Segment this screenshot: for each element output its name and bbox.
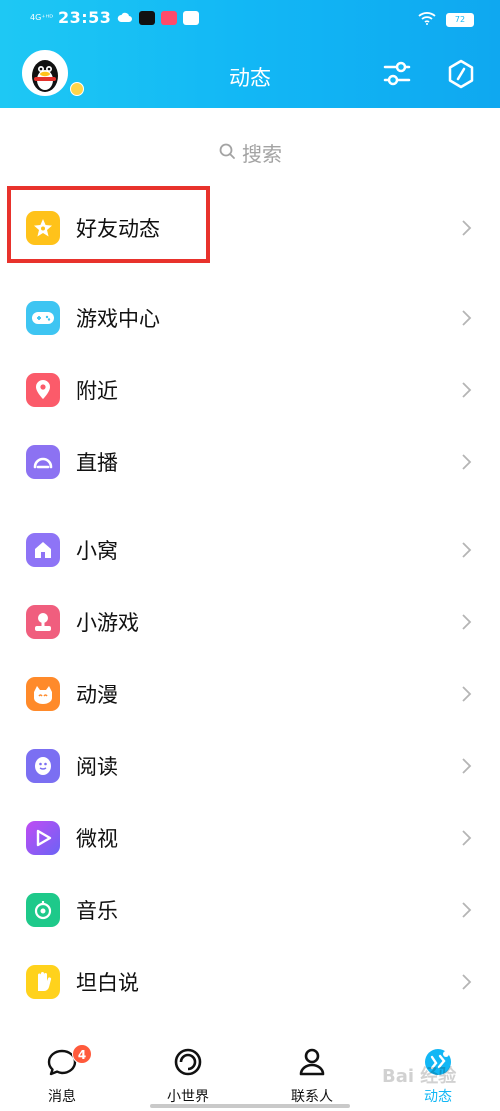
chevron-right-icon — [462, 758, 472, 774]
menu-item-game-center[interactable]: 游戏中心 — [0, 282, 500, 354]
tiktok-icon — [139, 10, 156, 25]
menu-item-confession[interactable]: 坦白说 — [0, 946, 500, 1018]
settings-button[interactable] — [446, 58, 476, 90]
status-bar: 4G⁺ᴴᴰ 23:53 72 — [0, 0, 500, 38]
menu-item-small-nest[interactable]: 小窝 — [0, 514, 500, 586]
menu-item-music[interactable]: 音乐 — [0, 874, 500, 946]
tab-label: 联系人 — [291, 1089, 333, 1105]
unread-badge: 4 — [72, 1044, 92, 1064]
chevron-right-icon — [462, 830, 472, 846]
chevron-right-icon — [462, 310, 472, 326]
app-notification-icon — [161, 10, 178, 25]
tab-label: 消息 — [48, 1089, 76, 1105]
location-pin-icon — [26, 373, 60, 407]
status-time: 23:53 — [58, 8, 112, 27]
menu-item-weishi[interactable]: 微视 — [0, 802, 500, 874]
page-title: 动态 — [229, 66, 271, 90]
reading-penguin-icon — [26, 749, 60, 783]
battery-indicator: 72 — [446, 12, 474, 27]
gamepad-icon — [26, 301, 60, 335]
tab-label: 动态 — [424, 1089, 452, 1105]
chevron-right-icon — [462, 382, 472, 398]
music-icon — [26, 893, 60, 927]
menu-item-label: 小窝 — [76, 539, 118, 563]
menu-item-label: 游戏中心 — [76, 307, 160, 331]
chevron-right-icon — [462, 902, 472, 918]
network-indicator: 4G⁺ᴴᴰ — [30, 12, 54, 22]
home-indicator[interactable] — [150, 1104, 350, 1108]
chevron-right-icon — [462, 614, 472, 630]
menu-item-mini-games[interactable]: 小游戏 — [0, 586, 500, 658]
menu-item-label: 坦白说 — [76, 971, 139, 995]
small-world-icon — [174, 1048, 202, 1076]
contacts-icon — [299, 1048, 325, 1076]
home-icon — [26, 533, 60, 567]
chevron-right-icon — [462, 454, 472, 470]
cloud-icon — [117, 8, 133, 27]
chevron-right-icon — [462, 686, 472, 702]
menu-item-live[interactable]: 直播 — [0, 426, 500, 498]
filter-button[interactable] — [382, 58, 412, 90]
menu-item-label: 附近 — [76, 379, 118, 403]
menu-item-label: 动漫 — [76, 683, 118, 707]
live-icon — [26, 445, 60, 479]
menu-item-reading[interactable]: 阅读 — [0, 730, 500, 802]
menu-item-label: 阅读 — [76, 755, 118, 779]
menu-item-nearby[interactable]: 附近 — [0, 354, 500, 426]
search-placeholder: 搜索 — [242, 141, 282, 166]
menu-item-anime[interactable]: 动漫 — [0, 658, 500, 730]
header: 4G⁺ᴴᴰ 23:53 72 动态 — [0, 0, 500, 108]
chevron-right-icon — [462, 220, 472, 236]
tab-messages[interactable]: 4 消息 — [22, 1042, 102, 1106]
highlight-box — [7, 186, 210, 263]
search-icon — [219, 143, 235, 159]
menu-item-label: 音乐 — [76, 899, 118, 923]
sliders-icon — [383, 61, 411, 86]
anime-face-icon — [26, 677, 60, 711]
watermark: Bai 经验 — [382, 1066, 457, 1087]
hand-icon — [26, 965, 60, 999]
chevron-right-icon — [462, 974, 472, 990]
menu-item-label: 小游戏 — [76, 611, 139, 635]
app-notification-icon-2 — [183, 10, 200, 25]
play-icon — [26, 821, 60, 855]
tab-label: 小世界 — [167, 1089, 209, 1105]
chevron-right-icon — [462, 542, 472, 558]
tab-contacts[interactable]: 联系人 — [272, 1042, 352, 1106]
tab-small-world[interactable]: 小世界 — [148, 1042, 228, 1106]
hexagon-settings-icon — [448, 59, 474, 89]
wifi-icon — [418, 10, 436, 29]
search-bar[interactable]: 搜索 — [0, 136, 500, 168]
joystick-icon — [26, 605, 60, 639]
menu-item-label: 微视 — [76, 827, 118, 851]
menu-item-label: 直播 — [76, 451, 118, 475]
